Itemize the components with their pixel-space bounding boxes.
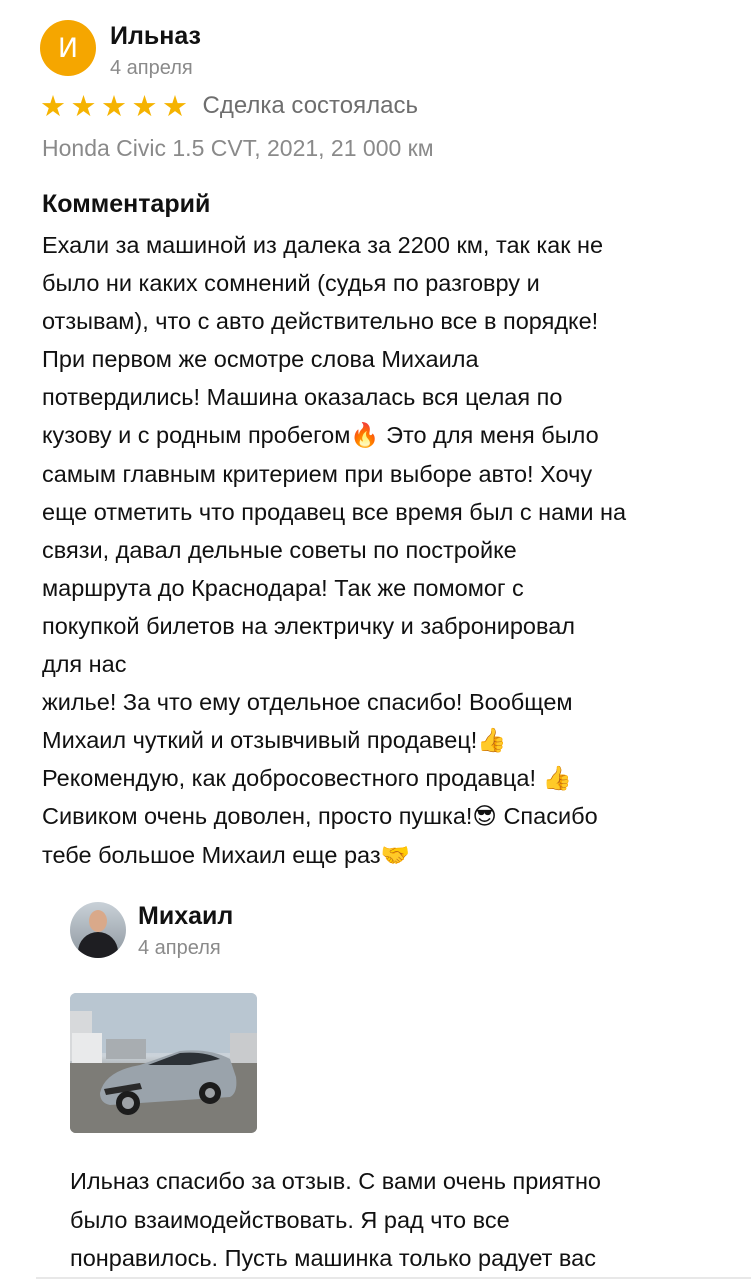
comment-line: жилье! За что ему отдельное спасибо! Воо… (42, 689, 573, 716)
comment-line: Михаил чуткий и отзывчивый продавец!👍 (42, 727, 507, 754)
comment-line: Ехали за машиной из далека за 2200 км, т… (42, 232, 604, 258)
reviewer-avatar[interactable]: И (40, 20, 96, 76)
rating-row: ★ ★ ★ ★ ★ Сделка состоялась (40, 90, 418, 122)
divider (36, 1277, 751, 1279)
reply-line: понравилось. Пусть машинка только радует… (70, 1245, 596, 1271)
avatar-body-shape (78, 932, 118, 958)
star-icon: ★ (40, 89, 66, 123)
avatar-head-shape (89, 910, 107, 932)
comment-line: Рекомендую, как добросовестного продавца… (42, 765, 572, 792)
comment-line: отзывам), что с авто действительно все в… (42, 308, 599, 335)
deal-status: Сделка состоялась (202, 92, 418, 119)
star-rating: ★ ★ ★ ★ ★ (40, 90, 193, 122)
comment-line: связи, давал дельные советы по постройке (42, 536, 517, 563)
reply-line: было взаимодействовать. Я рад что все (70, 1206, 510, 1233)
reply-date: 4 апреля (138, 937, 221, 959)
reply-header: Михаил 4 апреля (70, 902, 233, 960)
comment-line: тебе большое Михаил еще раз🤝 (42, 841, 410, 868)
car-photo-illustration (70, 993, 257, 1133)
star-icon: ★ (70, 89, 97, 123)
comment-line: При первом же осмотре слова Михаила (42, 346, 479, 373)
car-info: Honda Civic 1.5 CVT, 2021, 21 000 км (42, 135, 434, 161)
comment-line: маршрута до Краснодара! Так же помомог с (42, 574, 524, 601)
comment-line: еще отметить что продавец все время был … (42, 498, 627, 525)
comment-line: для нас (42, 651, 127, 678)
seller-name[interactable]: Михаил (138, 902, 233, 930)
review-header: И Ильназ 4 апреля (40, 20, 201, 80)
reply-body: Ильназ спасибо за отзыв. С вами очень пр… (70, 1162, 720, 1278)
reviewer-name[interactable]: Ильназ (110, 22, 201, 50)
seller-avatar[interactable] (70, 902, 126, 958)
comment-line: самым главным критерием при выборе авто!… (42, 460, 593, 487)
star-icon: ★ (131, 89, 158, 123)
car-photo[interactable] (70, 993, 257, 1133)
comment-body: Ехали за машиной из далека за 2200 км, т… (42, 226, 732, 874)
comment-line: Сивиком очень доволен, просто пушка!😎 Сп… (42, 803, 598, 830)
comment-line: кузову и с родным пробегом🔥 Это для меня… (42, 422, 599, 449)
reply-line: Ильназ спасибо за отзыв. С вами очень пр… (70, 1168, 601, 1194)
comment-line: покупкой билетов на электричку и заброни… (42, 612, 576, 639)
review-date: 4 апреля (110, 57, 193, 79)
star-icon: ★ (101, 89, 127, 123)
reviewer-info: Ильназ 4 апреля (110, 22, 201, 80)
seller-info: Михаил 4 апреля (138, 902, 233, 960)
star-icon: ★ (162, 89, 188, 123)
comment-line: потвердились! Машина оказалась вся целая… (42, 384, 563, 411)
comment-title: Комментарий (42, 190, 211, 218)
comment-line: было ни каких сомнений (судья по разговр… (42, 270, 540, 297)
